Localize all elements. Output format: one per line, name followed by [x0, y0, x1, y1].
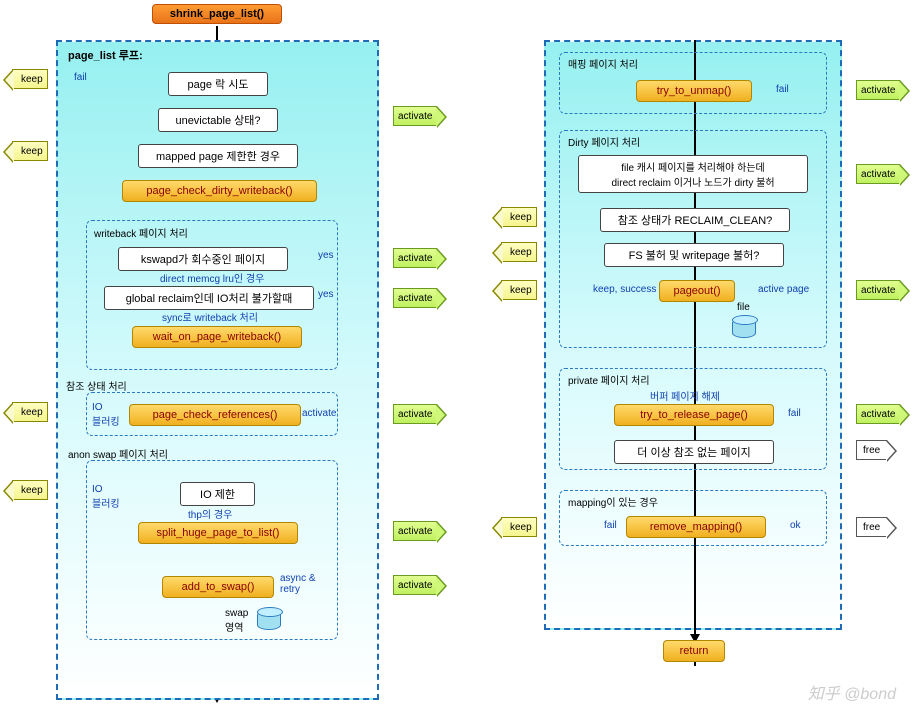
node-return: return [663, 640, 725, 662]
keep-arrow-1: keep [12, 69, 48, 89]
node-reclaim-clean: 참조 상태가 RECLAIM_CLEAN? [600, 208, 790, 232]
activate-arrow-6: activate [393, 575, 437, 595]
refs-activate: activate [302, 408, 336, 419]
remove-fail: fail [604, 520, 617, 531]
keep-arrow-3: keep [12, 402, 48, 422]
node-page-lock: page 락 시도 [168, 72, 268, 96]
node-unevictable: unevictable 상태? [158, 108, 278, 132]
node-check-dirty: page_check_dirty_writeback() [122, 180, 317, 202]
anon-label: anon swap 페이지 처리 [68, 446, 168, 461]
free-arrow-1: free [856, 440, 887, 460]
activate-arrow-4: activate [393, 404, 437, 424]
file-label: file [737, 302, 750, 313]
anon-io: IO 블러킹 [92, 484, 120, 510]
activate-arrow-1: activate [393, 106, 437, 126]
keep-arrow-r2: keep [501, 242, 537, 262]
direct-memcg: direct memcg lru인 경우 [160, 270, 264, 285]
refs-io: IO 블러킹 [92, 402, 120, 428]
keep-success: keep, success [593, 284, 656, 295]
activate-arrow-5: activate [393, 521, 437, 541]
swap-cylinder [257, 610, 281, 630]
dirty-label: Dirty 페이지 처리 [568, 134, 640, 149]
activate-arrow-r2: activate [856, 164, 900, 184]
unmap-fail: fail [776, 84, 789, 95]
node-unmap: try_to_unmap() [636, 80, 752, 102]
activate-arrow-2: activate [393, 248, 437, 268]
swap-label: swap 영역 [225, 608, 248, 634]
node-no-ref: 더 이상 참조 없는 페이지 [614, 440, 774, 464]
fail-label: fail [74, 72, 87, 83]
free-arrow-2: free [856, 517, 887, 537]
active-page: active page [758, 284, 809, 295]
async-retry: async & retry [280, 573, 316, 595]
node-file-cache: file 캐시 페이지를 처리해야 하는데 direct reclaim 이거나… [578, 155, 808, 193]
yes2: yes [318, 289, 334, 300]
keep-arrow-2: keep [12, 141, 48, 161]
node-wait-writeback: wait_on_page_writeback() [132, 326, 302, 348]
node-io-limit: IO 제한 [180, 482, 255, 506]
title-node: shrink_page_list() [152, 4, 282, 24]
file-cylinder [732, 318, 756, 338]
node-kswapd: kswapd가 회수중인 페이지 [118, 247, 288, 271]
keep-arrow-4: keep [12, 480, 48, 500]
keep-arrow-r1: keep [501, 207, 537, 227]
buffer-free: 버퍼 페이지 해제 [650, 388, 720, 403]
keep-arrow-r3: keep [501, 280, 537, 300]
release-fail: fail [788, 408, 801, 419]
sync-wb: sync로 writeback 처리 [162, 309, 258, 324]
left-panel-label: page_list 루프: [68, 47, 143, 63]
activate-arrow-r1: activate [856, 80, 900, 100]
writeback-label: writeback 페이지 처리 [94, 225, 188, 240]
node-pageout: pageout() [659, 280, 735, 302]
node-split-huge: split_huge_page_to_list() [138, 522, 298, 544]
remove-ok: ok [790, 520, 801, 531]
mapping-label: 매핑 페이지 처리 [568, 56, 638, 71]
node-check-refs: page_check_references() [129, 404, 301, 426]
thp-label: thp의 경우 [188, 506, 232, 521]
activate-arrow-r4: activate [856, 404, 900, 424]
watermark: 知乎 @bond [808, 680, 896, 704]
refs-label: 참조 상태 처리 [66, 378, 127, 393]
keep-arrow-r4: keep [501, 517, 537, 537]
node-add-swap: add_to_swap() [162, 576, 274, 598]
node-remove-mapping: remove_mapping() [626, 516, 766, 538]
activate-arrow-r3: activate [856, 280, 900, 300]
node-release-page: try_to_release_page() [614, 404, 774, 426]
node-global-reclaim: global reclaim인데 IO처리 불가할때 [104, 286, 314, 310]
yes1: yes [318, 250, 334, 261]
remove-label: mapping이 있는 경우 [568, 494, 658, 509]
activate-arrow-3: activate [393, 288, 437, 308]
private-label: private 페이지 처리 [568, 372, 650, 387]
node-mapped-limit: mapped page 제한한 경우 [138, 144, 298, 168]
node-fs-writepage: FS 불허 및 writepage 불허? [604, 243, 784, 267]
